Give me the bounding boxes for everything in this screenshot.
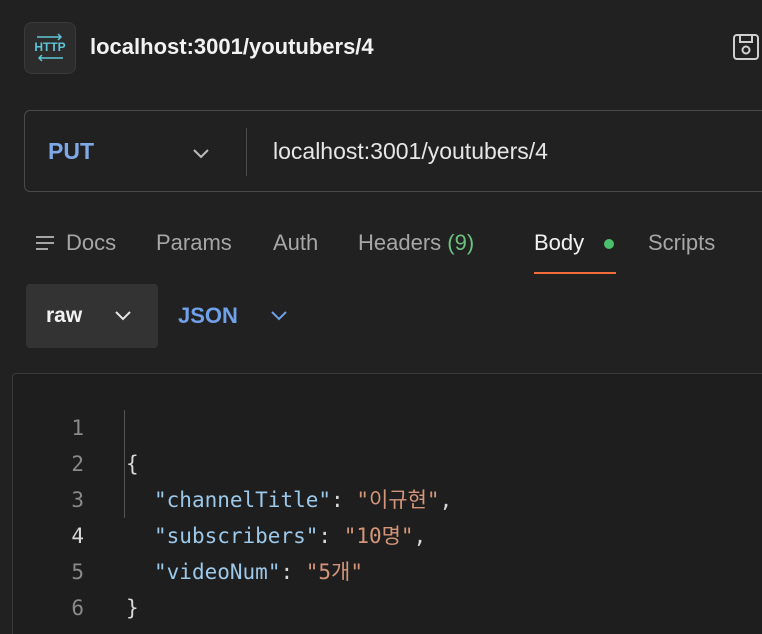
json-colon: : xyxy=(280,560,306,584)
code-line: 1 { xyxy=(0,374,138,476)
json-comma: , xyxy=(413,524,427,548)
code-line: 6 xyxy=(0,554,84,620)
tab-docs[interactable]: Docs xyxy=(66,230,116,256)
json-key: videoNum xyxy=(166,560,268,584)
json-colon: : xyxy=(318,524,344,548)
headers-count: (9) xyxy=(447,230,475,255)
request-title: localhost:3001/youtubers/4 xyxy=(90,34,374,59)
tab-headers-label: Headers xyxy=(358,230,442,255)
http-icon: HTTP xyxy=(24,22,76,74)
json-quote: " xyxy=(154,524,167,548)
tab-scripts[interactable]: Scripts xyxy=(648,230,715,256)
method-select[interactable]: PUT xyxy=(48,138,94,165)
json-quote: " xyxy=(154,560,167,584)
json-key: channelTitle xyxy=(166,488,319,512)
body-indicator-dot xyxy=(604,239,614,249)
url-input[interactable]: localhost:3001/youtubers/4 xyxy=(273,138,548,165)
code-content: "videoNum": "5개" xyxy=(154,554,363,590)
active-tab-underline xyxy=(534,272,616,274)
json-value: "10명" xyxy=(343,524,414,548)
tab-params[interactable]: Params xyxy=(156,230,232,256)
chevron-down-icon[interactable] xyxy=(112,306,134,326)
json-key: subscribers xyxy=(166,524,306,548)
tab-body[interactable]: Body xyxy=(534,230,584,256)
code-line: 5 } xyxy=(0,518,138,620)
brace-close: } xyxy=(126,596,139,620)
code-line: 3 "subscribers": "10명", xyxy=(0,446,426,548)
svg-text:HTTP: HTTP xyxy=(34,40,65,54)
body-mode-label: raw xyxy=(46,304,83,327)
code-content: "channelTitle": "이규현", xyxy=(154,482,452,518)
indent-guide xyxy=(124,410,125,518)
json-comma: , xyxy=(439,488,453,512)
line-number: 2 xyxy=(71,452,84,476)
line-number: 3 xyxy=(71,488,84,512)
code-line: 4 "videoNum": "5개" xyxy=(0,482,363,584)
json-quote: " xyxy=(154,488,167,512)
json-colon: : xyxy=(331,488,357,512)
json-quote: " xyxy=(267,560,281,584)
brace-open: { xyxy=(126,452,139,476)
code-content: "subscribers": "10명", xyxy=(154,518,426,554)
tab-headers[interactable]: Headers (9) xyxy=(358,230,474,256)
tab-auth[interactable]: Auth xyxy=(273,230,318,256)
url-divider xyxy=(246,128,247,176)
line-number: 4 xyxy=(71,524,84,548)
json-value: "이규현" xyxy=(356,488,440,512)
line-number: 1 xyxy=(71,416,84,440)
line-number: 5 xyxy=(71,560,84,584)
chevron-down-icon[interactable] xyxy=(268,306,290,326)
language-select[interactable]: JSON xyxy=(178,303,238,329)
code-line: 2 "channelTitle": "이규현", xyxy=(0,410,452,512)
json-quote: " xyxy=(318,488,332,512)
json-quote: " xyxy=(305,524,319,548)
line-number: 6 xyxy=(71,596,84,620)
json-value: "5개" xyxy=(305,560,364,584)
save-icon[interactable] xyxy=(732,32,762,62)
chevron-down-icon[interactable] xyxy=(190,142,212,164)
docs-icon xyxy=(35,234,57,254)
